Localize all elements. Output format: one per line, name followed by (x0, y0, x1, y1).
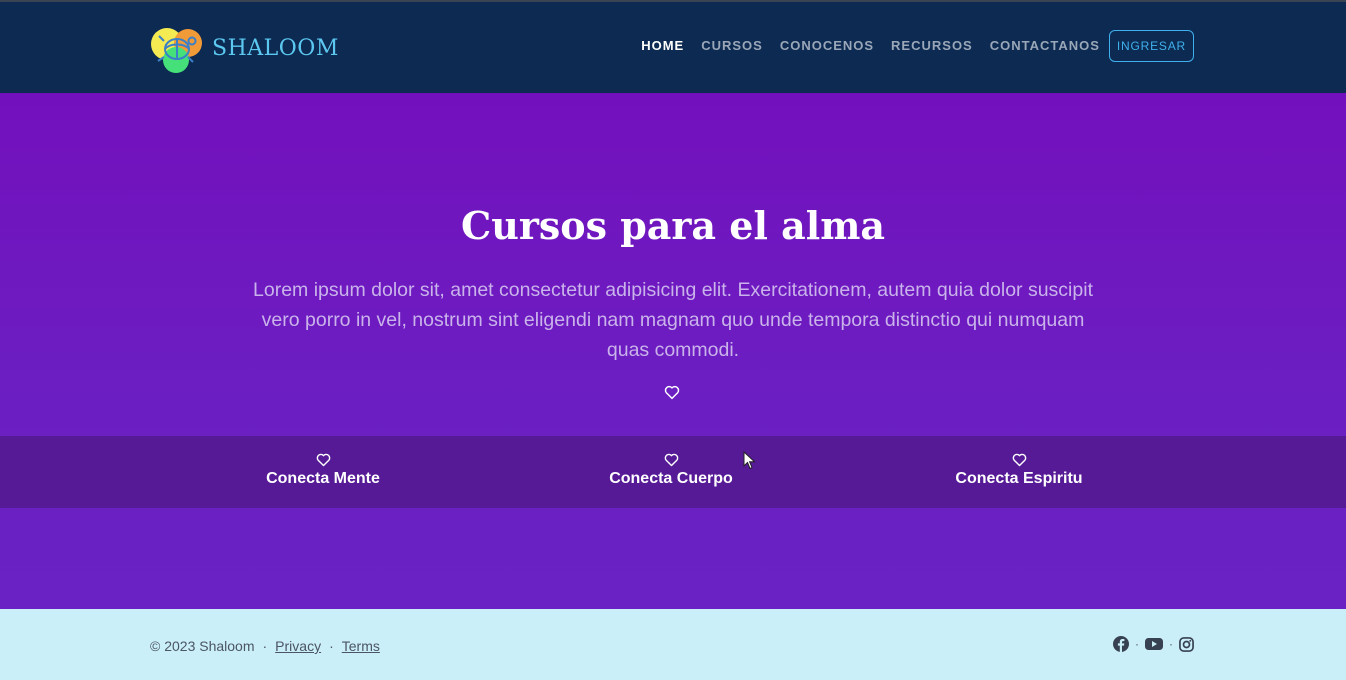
hero-description: Lorem ipsum dolor sit, amet consectetur … (253, 279, 1093, 361)
hero-section: Cursos para el alma Lorem ipsum dolor si… (0, 93, 1346, 609)
feature-mente[interactable]: Conecta Mente (173, 451, 473, 488)
social-links: · · (1113, 636, 1194, 652)
nav-conocenos[interactable]: CONOCENOS (780, 30, 874, 62)
nav-home[interactable]: HOME (641, 30, 684, 62)
facebook-link[interactable] (1113, 636, 1129, 652)
privacy-link[interactable]: Privacy (275, 638, 321, 654)
feature-espiritu[interactable]: Conecta Espiritu (869, 451, 1169, 488)
separator: · (329, 638, 334, 654)
youtube-icon (1145, 638, 1163, 650)
separator: · (262, 638, 268, 654)
instagram-link[interactable] (1179, 636, 1194, 652)
nav-recursos[interactable]: RECURSOS (891, 30, 973, 62)
footer: © 2023 Shaloom · Privacy · Terms · · (0, 609, 1346, 680)
copyright: © 2023 Shaloom (150, 638, 255, 654)
instagram-icon (1179, 636, 1194, 652)
nav-cursos[interactable]: CURSOS (701, 30, 763, 62)
facebook-icon (1113, 636, 1129, 652)
separator: · (1169, 637, 1173, 651)
nav-contactanos[interactable]: CONTACTANOS (990, 30, 1100, 62)
login-button[interactable]: INGRESAR (1108, 30, 1194, 62)
heart-icon (1012, 453, 1026, 467)
features-band: Conecta Mente Conecta Cuerpo Conecta Esp… (0, 436, 1346, 508)
youtube-link[interactable] (1145, 637, 1163, 651)
feature-cuerpo[interactable]: Conecta Cuerpo (521, 451, 821, 488)
brand-name: SHALOOM (212, 35, 339, 61)
navbar: SHALOOM HOME CURSOS CONOCENOS RECURSOS C… (0, 0, 1346, 93)
feature-label: Conecta Espiritu (955, 470, 1083, 487)
footer-links: © 2023 Shaloom · Privacy · Terms (150, 638, 380, 654)
separator: · (1135, 637, 1139, 651)
heart-icon (664, 385, 680, 400)
terms-link[interactable]: Terms (342, 638, 380, 654)
turtle-logo-icon (151, 28, 202, 73)
heart-icon (664, 453, 678, 467)
brand-logo-link[interactable]: SHALOOM (150, 23, 339, 73)
feature-label: Conecta Cuerpo (609, 470, 733, 487)
mouse-cursor-icon (743, 451, 756, 470)
page-title: Cursos para el alma (460, 203, 886, 248)
main-nav: HOME CURSOS CONOCENOS RECURSOS CONTACTAN… (624, 30, 1194, 62)
heart-icon (316, 453, 330, 467)
feature-label: Conecta Mente (266, 470, 380, 487)
